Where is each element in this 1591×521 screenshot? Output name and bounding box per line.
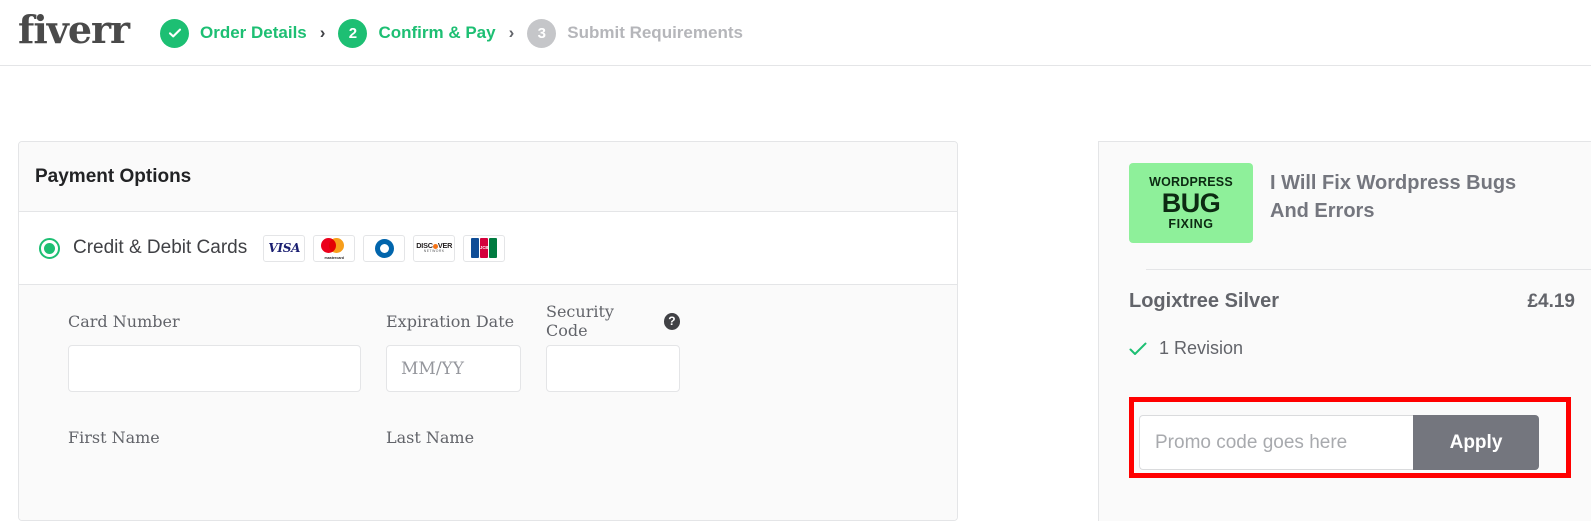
step-1-check-badge: [160, 18, 189, 48]
top-header-bar: fiverr Order Details › 2 Confirm & Pay ›…: [0, 0, 1591, 66]
payment-options-panel: Payment Options Credit & Debit Cards VIS…: [18, 141, 958, 521]
expiration-date-input[interactable]: MM/YY: [386, 345, 521, 392]
security-code-label-text: Security Code: [546, 302, 614, 340]
discover-icon: DISC VER NETWORK: [413, 234, 456, 262]
security-code-label: Security Code ?: [546, 302, 680, 340]
gig-summary-row: WORDPRESS BUG FIXING I Will Fix Wordpres…: [1099, 142, 1591, 243]
promo-code-placeholder: Promo code goes here: [1155, 431, 1348, 453]
card-fields-row-2: First Name Last Name: [68, 426, 957, 448]
security-code-field-group: Security Code ?: [546, 302, 680, 392]
card-number-input[interactable]: [68, 345, 361, 392]
promo-code-highlight-annotation: Promo code goes here Apply: [1129, 397, 1571, 478]
promo-code-input[interactable]: Promo code goes here: [1139, 415, 1413, 470]
payment-method-credit-debit-cards[interactable]: Credit & Debit Cards VISA mastercard DIS…: [19, 212, 957, 285]
mastercard-icon: mastercard: [313, 234, 356, 262]
last-name-field-group: Last Name: [386, 426, 679, 448]
visa-icon: VISA: [263, 234, 306, 262]
thumbnail-line-3: FIXING: [1168, 217, 1214, 232]
step-1-label: Order Details: [200, 23, 307, 42]
summary-divider: [1146, 269, 1591, 270]
step-3-number-badge: 3: [527, 18, 557, 48]
card-details-form: Card Number Expiration Date MM/YY Securi…: [19, 285, 957, 520]
step-chevron-2-icon: ›: [508, 23, 515, 42]
credit-card-radio[interactable]: [39, 237, 60, 259]
package-price: £4.19: [1527, 291, 1575, 312]
apply-promo-button[interactable]: Apply: [1413, 415, 1539, 470]
radio-selected-dot: [44, 242, 55, 254]
security-code-input[interactable]: [546, 345, 680, 392]
gig-title: I Will Fix Wordpress Bugs And Errors: [1270, 172, 1517, 222]
order-summary-panel: WORDPRESS BUG FIXING I Will Fix Wordpres…: [1098, 141, 1591, 521]
step-order-details[interactable]: Order Details: [160, 18, 307, 48]
payment-options-header: Payment Options: [19, 142, 957, 212]
package-name: Logixtree Silver: [1129, 290, 1280, 312]
step-submit-requirements: 3 Submit Requirements: [527, 18, 743, 48]
step-3-label: Submit Requirements: [567, 23, 743, 42]
jcb-icon: JCB: [463, 234, 506, 262]
accepted-card-brands: VISA mastercard DISC VER NETWORK JCB: [263, 234, 506, 262]
step-confirm-and-pay[interactable]: 2 Confirm & Pay: [338, 18, 496, 48]
package-row: Logixtree Silver £4.19: [1129, 290, 1575, 313]
step-2-label: Confirm & Pay: [378, 23, 496, 42]
package-feature-item: 1 Revision: [1129, 338, 1243, 359]
page-title: Payment Options: [35, 165, 192, 187]
expiration-date-label: Expiration Date: [386, 311, 515, 331]
first-name-label: First Name: [68, 427, 160, 447]
package-feature-label: 1 Revision: [1159, 338, 1244, 358]
card-number-label: Card Number: [68, 311, 180, 331]
promo-code-group: Promo code goes here Apply: [1139, 415, 1539, 470]
first-name-field-group: First Name: [68, 426, 361, 448]
thumbnail-line-2: BUG: [1161, 187, 1221, 218]
card-fields-row-1: Card Number Expiration Date MM/YY Securi…: [68, 302, 957, 392]
expiration-date-field-group: Expiration Date MM/YY: [386, 310, 521, 392]
check-icon: [1129, 342, 1147, 355]
thumbnail-line-1: WORDPRESS: [1149, 174, 1233, 189]
fiverr-logo[interactable]: fiverr: [18, 10, 130, 50]
payment-method-label: Credit & Debit Cards: [73, 237, 248, 258]
gig-thumbnail-image: WORDPRESS BUG FIXING: [1129, 163, 1253, 243]
card-number-field-group: Card Number: [68, 310, 361, 392]
expiration-date-placeholder: MM/YY: [401, 358, 464, 379]
step-chevron-1-icon: ›: [319, 23, 326, 42]
last-name-label: Last Name: [386, 427, 475, 447]
step-2-number-badge: 2: [338, 18, 368, 48]
diners-club-icon: [363, 234, 406, 262]
help-circle-icon[interactable]: ?: [663, 312, 680, 330]
checkout-step-indicator: Order Details › 2 Confirm & Pay › 3 Subm…: [160, 0, 743, 66]
